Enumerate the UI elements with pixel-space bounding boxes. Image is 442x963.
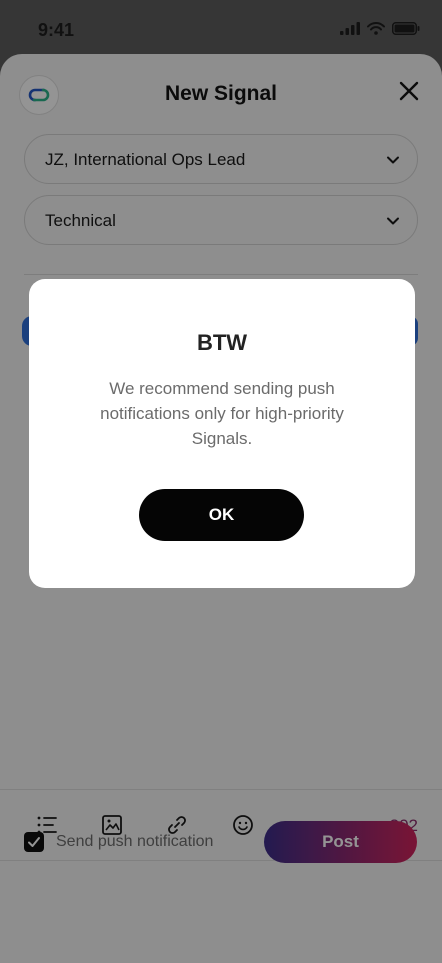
dialog-message: We recommend sending push notifications … [100, 379, 344, 448]
dialog-title: BTW [196, 330, 248, 355]
ok-button[interactable]: OK [139, 489, 304, 541]
info-dialog: BTW We recommend sending push notificati… [29, 279, 415, 588]
